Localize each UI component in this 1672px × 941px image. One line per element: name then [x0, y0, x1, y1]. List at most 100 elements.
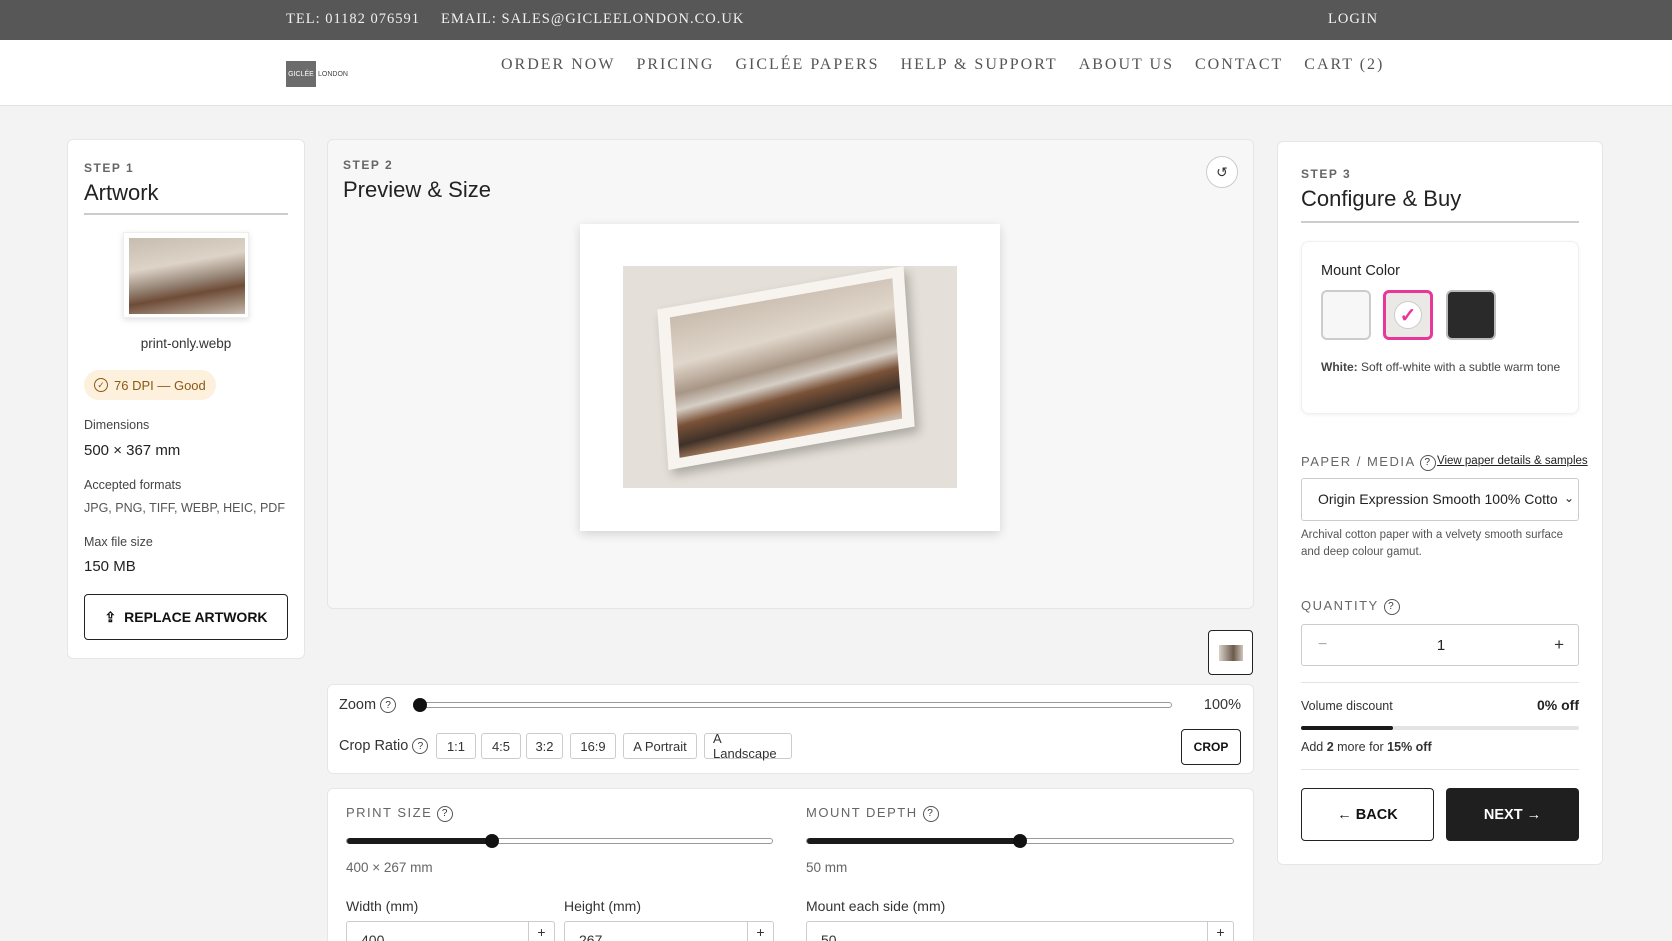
width-increment-button[interactable]: + — [528, 922, 554, 941]
zoom-slider-thumb[interactable] — [413, 698, 427, 712]
quantity-value[interactable]: 1 — [1302, 637, 1580, 654]
dimensions-label: Dimensions — [84, 418, 150, 432]
formats-label: Accepted formats — [84, 478, 182, 492]
zoom-slider[interactable] — [413, 698, 1172, 712]
step1-divider — [84, 213, 288, 215]
quantity-increment-button[interactable]: + — [1554, 635, 1564, 655]
help-icon[interactable]: ? — [380, 697, 397, 714]
zoom-value: 100% — [1203, 697, 1241, 713]
mount-preview — [580, 224, 1000, 531]
height-label: Height (mm) — [564, 898, 642, 914]
dpi-badge: ✓ 76 DPI — Good — [84, 370, 216, 400]
print-size-value: 400 × 267 mm — [346, 860, 433, 875]
print-size-slider-thumb[interactable] — [484, 834, 499, 848]
zoom-crop-card — [327, 684, 1254, 774]
replace-artwork-label: REPLACE ARTWORK — [124, 609, 268, 625]
swatch-off-white-selected[interactable]: ✓ — [1383, 290, 1433, 340]
thumbnail-toggle-button[interactable] — [1208, 630, 1253, 675]
login-link[interactable]: LOGIN — [1328, 11, 1378, 28]
back-button[interactable]: ← BACK — [1301, 788, 1434, 841]
phone-text[interactable]: TEL: 01182 076591 — [286, 11, 420, 28]
quantity-stepper: − 1 + — [1301, 624, 1579, 666]
nav-order-now[interactable]: ORDER NOW — [501, 56, 615, 74]
artwork-filename: print-only.webp — [140, 336, 232, 351]
height-increment-button[interactable]: + — [747, 922, 773, 941]
step3-title: Configure & Buy — [1301, 186, 1462, 211]
chevron-down-icon: ⌄ — [1560, 491, 1574, 505]
dimensions-value: 500 × 367 mm — [84, 442, 181, 459]
paper-media-label: PAPER / MEDIA ? — [1301, 454, 1437, 471]
mount-side-increment-button[interactable]: + — [1207, 922, 1233, 941]
step3-divider — [1301, 221, 1579, 223]
image-thumb-icon — [1218, 644, 1243, 661]
crop-button[interactable]: CROP — [1181, 729, 1241, 765]
nav-links: ORDER NOW PRICING GICLÉE PAPERS HELP & S… — [501, 56, 1405, 74]
zoom-label: Zoom ? — [339, 697, 397, 714]
maxsize-value: 150 MB — [84, 558, 136, 575]
mount-color-label: Mount Color — [1321, 263, 1400, 279]
crop-4-5[interactable]: 4:5 — [481, 733, 521, 759]
volume-progress-fill — [1301, 726, 1393, 730]
help-icon[interactable]: ? — [412, 738, 429, 755]
nav-giclee-papers[interactable]: GICLÉE PAPERS — [735, 56, 879, 74]
paper-details-link[interactable]: View paper details & samples — [1437, 455, 1588, 467]
crop-1-1[interactable]: 1:1 — [436, 733, 476, 759]
print-size-slider[interactable] — [346, 834, 773, 848]
nav-contact[interactable]: CONTACT — [1195, 56, 1283, 74]
step2-title: Preview & Size — [343, 177, 491, 202]
step2-label: STEP 2 — [343, 158, 394, 172]
maxsize-label: Max file size — [84, 535, 153, 549]
nav-about-us[interactable]: ABOUT US — [1079, 56, 1174, 74]
crop-a-landscape[interactable]: A Landscape — [704, 731, 792, 761]
help-icon[interactable]: ? — [922, 805, 939, 822]
volume-hint: Add 2 more for 15% off — [1301, 740, 1432, 754]
nav-help-support[interactable]: HELP & SUPPORT — [901, 56, 1058, 74]
upload-icon: ⇪ — [104, 608, 117, 625]
logo[interactable]: GICLÉE LONDON — [286, 61, 348, 87]
mount-depth-label: MOUNT DEPTH ? — [806, 805, 939, 822]
mount-depth-slider-thumb[interactable] — [1013, 834, 1027, 848]
nav-pricing[interactable]: PRICING — [636, 56, 714, 74]
swatch-black[interactable] — [1446, 290, 1496, 340]
help-icon[interactable]: ? — [437, 805, 454, 822]
artwork-preview-image[interactable] — [623, 266, 957, 488]
help-icon[interactable]: ? — [1420, 454, 1437, 471]
next-button[interactable]: NEXT → — [1446, 788, 1579, 841]
top-bar: TEL: 01182 076591 EMAIL: SALES@GICLEELON… — [0, 0, 1672, 40]
help-icon[interactable]: ? — [1383, 598, 1400, 615]
formats-value: JPG, PNG, TIFF, WEBP, HEIC, PDF — [84, 501, 285, 515]
replace-artwork-button[interactable]: ⇪ REPLACE ARTWORK — [84, 594, 288, 640]
step1-title: Artwork — [84, 180, 159, 205]
mount-side-input[interactable]: 50 + — [806, 921, 1234, 941]
email-text[interactable]: EMAIL: SALES@GICLEELONDON.CO.UK — [441, 11, 744, 28]
mount-depth-slider-fill — [807, 838, 1020, 844]
mount-side-label: Mount each side (mm) — [806, 898, 946, 914]
volume-discount-value: 0% off — [1537, 697, 1579, 713]
nav-cart[interactable]: CART (2) — [1304, 56, 1384, 74]
mount-color-description: White: Soft off-white with a subtle warm… — [1321, 360, 1561, 374]
crop-ratio-label: Crop Ratio ? — [339, 738, 429, 755]
crop-16-9[interactable]: 16:9 — [570, 733, 616, 759]
volume-divider — [1301, 769, 1579, 770]
crop-3-2[interactable]: 3:2 — [526, 733, 563, 759]
height-input[interactable]: 267 + — [564, 921, 774, 941]
check-icon: ✓ — [1394, 301, 1422, 329]
artwork-thumbnail — [123, 232, 249, 318]
swatch-white[interactable] — [1321, 290, 1371, 340]
step3-label: STEP 3 — [1301, 167, 1352, 181]
width-input[interactable]: 400 + — [346, 921, 555, 941]
step1-label: STEP 1 — [84, 161, 135, 175]
logo-text: LONDON — [318, 70, 348, 78]
volume-discount-label: Volume discount — [1301, 699, 1393, 713]
mount-depth-value: 50 mm — [806, 860, 848, 875]
qty-divider — [1301, 682, 1579, 683]
paper-description: Archival cotton paper with a velvety smo… — [1301, 529, 1564, 558]
print-size-slider-fill — [347, 838, 492, 844]
mount-depth-slider[interactable] — [806, 834, 1234, 848]
width-label: Width (mm) — [346, 898, 419, 914]
quantity-label: QUANTITY ? — [1301, 598, 1400, 615]
reset-icon[interactable]: ↺ — [1206, 156, 1238, 188]
dpi-badge-text: 76 DPI — Good — [114, 377, 206, 393]
paper-select[interactable]: Origin Expression Smooth 100% Cotto ⌄ — [1301, 478, 1579, 521]
crop-a-portrait[interactable]: A Portrait — [623, 733, 697, 759]
